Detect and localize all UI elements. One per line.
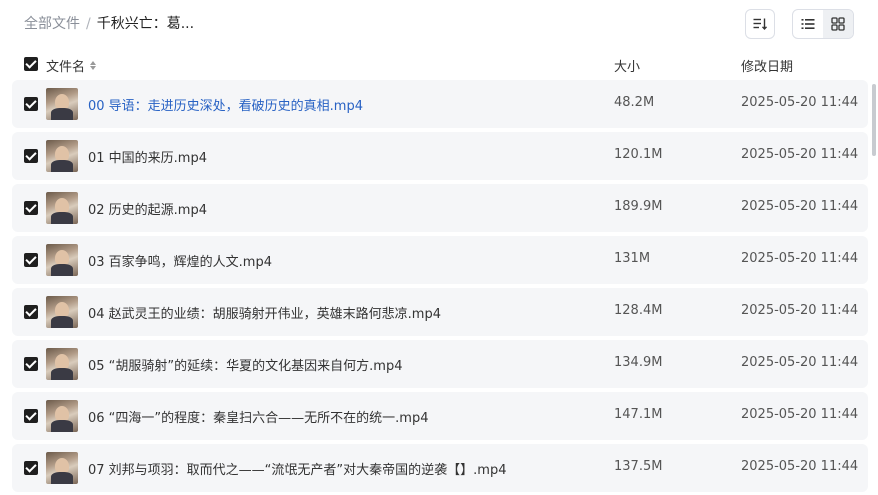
- file-size: 137.5M: [614, 459, 663, 474]
- table-header: 文件名 大小 修改日期: [0, 48, 878, 80]
- column-header-name[interactable]: 文件名: [46, 56, 97, 75]
- top-bar: 全部文件 / 千秋兴亡：葛...: [0, 0, 878, 48]
- video-thumbnail: [46, 140, 78, 172]
- file-name[interactable]: 01 中国的来历.mp4: [88, 147, 207, 166]
- file-size: 128.4M: [614, 303, 663, 318]
- row-checkbox[interactable]: [24, 149, 38, 163]
- video-thumbnail: [46, 296, 78, 328]
- file-modified-date: 2025-05-20 11:44: [741, 147, 859, 162]
- row-checkbox[interactable]: [24, 253, 38, 267]
- table-row[interactable]: 04 赵武灵王的业绩：胡服骑射开伟业，英雄末路何悲凉.mp4 128.4M 20…: [12, 288, 868, 336]
- file-modified-date: 2025-05-20 11:44: [741, 407, 859, 422]
- file-size: 120.1M: [614, 147, 663, 162]
- sort-arrows-icon: [90, 61, 97, 70]
- table-row[interactable]: 03 百家争鸣，辉煌的人文.mp4 131M 2025-05-20 11:44: [12, 236, 868, 284]
- table-row[interactable]: 07 刘邦与项羽：取而代之——“流氓无产者”对大秦帝国的逆袭【】.mp4 137…: [12, 444, 868, 492]
- file-modified-date: 2025-05-20 11:44: [741, 95, 859, 110]
- file-modified-date: 2025-05-20 11:44: [741, 355, 859, 370]
- row-checkbox[interactable]: [24, 409, 38, 423]
- table-row[interactable]: 01 中国的来历.mp4 120.1M 2025-05-20 11:44: [12, 132, 868, 180]
- video-thumbnail: [46, 244, 78, 276]
- video-thumbnail: [46, 348, 78, 380]
- file-size: 189.9M: [614, 199, 663, 214]
- column-header-size[interactable]: 大小: [614, 56, 640, 75]
- file-name[interactable]: 04 赵武灵王的业绩：胡服骑射开伟业，英雄末路何悲凉.mp4: [88, 303, 441, 322]
- video-thumbnail: [46, 400, 78, 432]
- file-name[interactable]: 03 百家争鸣，辉煌的人文.mp4: [88, 251, 272, 270]
- file-name[interactable]: 00 导语：走进历史深处，看破历史的真相.mp4: [88, 95, 363, 114]
- file-name[interactable]: 06 “四海一”的程度：秦皇扫六合——无所不在的统一.mp4: [88, 407, 428, 426]
- file-size: 147.1M: [614, 407, 663, 422]
- row-checkbox[interactable]: [24, 305, 38, 319]
- table-row[interactable]: 02 历史的起源.mp4 189.9M 2025-05-20 11:44: [12, 184, 868, 232]
- file-name[interactable]: 02 历史的起源.mp4: [88, 199, 207, 218]
- file-name[interactable]: 05 “胡服骑射”的延续：华夏的文化基因来自何方.mp4: [88, 355, 402, 374]
- list-view-button[interactable]: [793, 10, 823, 38]
- table-row[interactable]: 06 “四海一”的程度：秦皇扫六合——无所不在的统一.mp4 147.1M 20…: [12, 392, 868, 440]
- column-header-name-label: 文件名: [46, 60, 86, 75]
- file-modified-date: 2025-05-20 11:44: [741, 251, 859, 266]
- file-modified-date: 2025-05-20 11:44: [741, 303, 859, 318]
- file-modified-date: 2025-05-20 11:44: [741, 199, 859, 214]
- sort-button[interactable]: [745, 9, 775, 39]
- row-checkbox[interactable]: [24, 97, 38, 111]
- row-checkbox[interactable]: [24, 357, 38, 371]
- file-size: 48.2M: [614, 95, 655, 110]
- row-checkbox[interactable]: [24, 201, 38, 215]
- breadcrumb-current-folder: 千秋兴亡：葛...: [96, 16, 195, 32]
- breadcrumb: 全部文件 / 千秋兴亡：葛...: [24, 14, 194, 34]
- select-all-checkbox[interactable]: [24, 57, 38, 71]
- file-modified-date: 2025-05-20 11:44: [741, 459, 859, 474]
- grid-view-icon: [831, 17, 845, 31]
- table-row[interactable]: 00 导语：走进历史深处，看破历史的真相.mp4 48.2M 2025-05-2…: [12, 80, 868, 128]
- file-size: 134.9M: [614, 355, 663, 370]
- view-mode-toggle: [792, 9, 854, 39]
- vertical-scrollbar[interactable]: [872, 84, 876, 156]
- file-name[interactable]: 07 刘邦与项羽：取而代之——“流氓无产者”对大秦帝国的逆袭【】.mp4: [88, 459, 506, 478]
- file-size: 131M: [614, 251, 651, 266]
- column-header-modified[interactable]: 修改日期: [741, 56, 793, 75]
- video-thumbnail: [46, 88, 78, 120]
- breadcrumb-root-link[interactable]: 全部文件: [24, 16, 80, 32]
- grid-view-button[interactable]: [823, 10, 853, 38]
- breadcrumb-separator: /: [86, 16, 91, 32]
- list-view-icon: [801, 19, 815, 29]
- video-thumbnail: [46, 192, 78, 224]
- sort-list-icon: [753, 18, 768, 31]
- table-row[interactable]: 05 “胡服骑射”的延续：华夏的文化基因来自何方.mp4 134.9M 2025…: [12, 340, 868, 388]
- row-checkbox[interactable]: [24, 461, 38, 475]
- video-thumbnail: [46, 452, 78, 484]
